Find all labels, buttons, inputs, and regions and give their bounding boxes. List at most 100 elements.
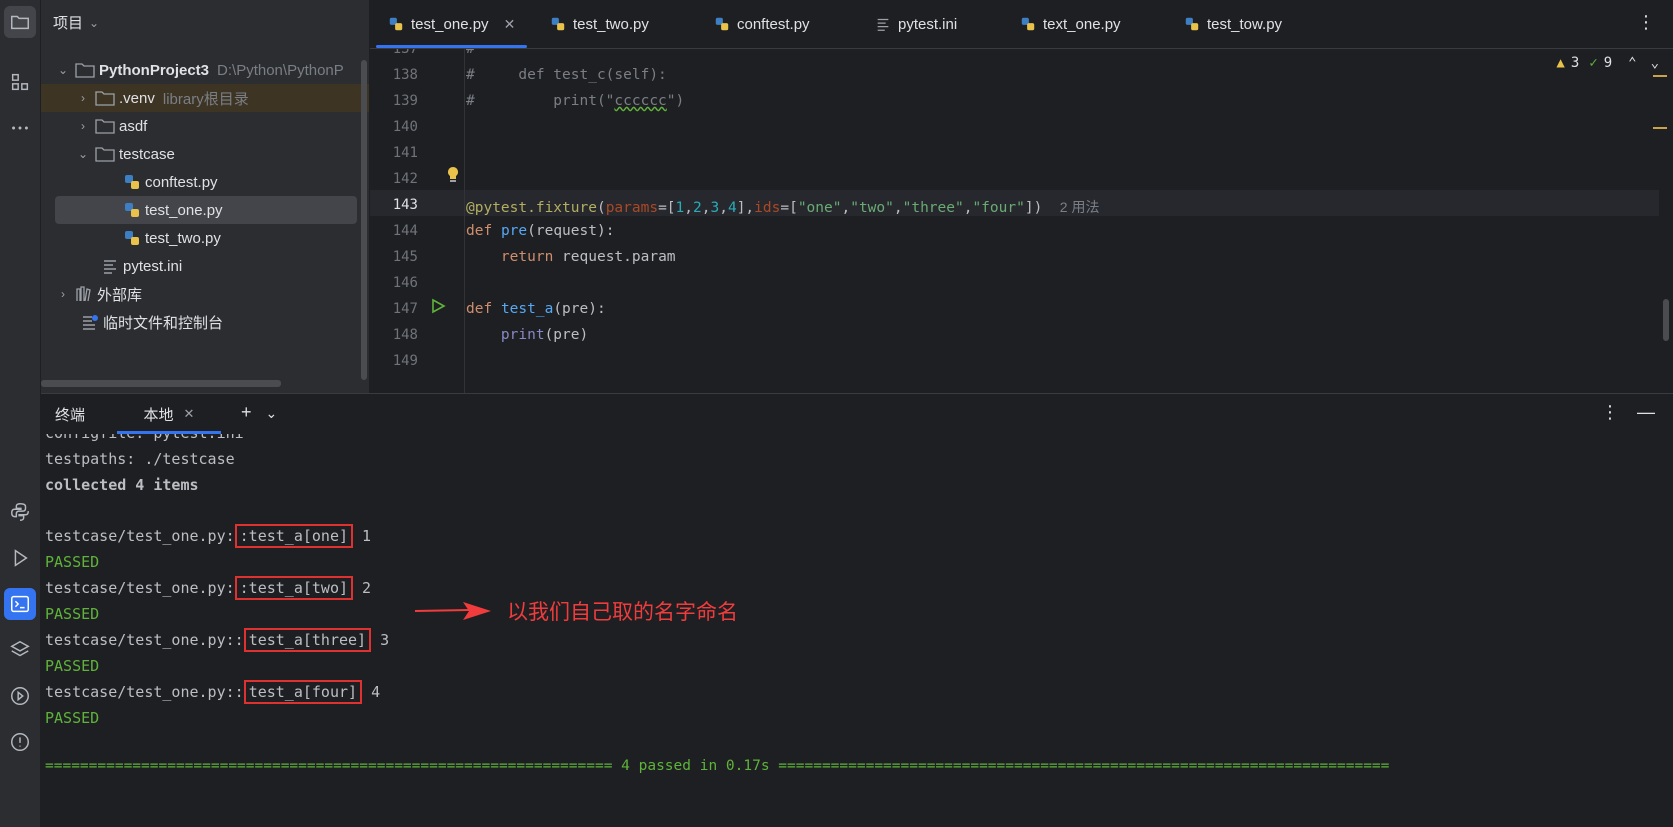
python-file-icon xyxy=(125,231,139,245)
tab-label: text_one.py xyxy=(1043,15,1121,33)
tab-test-tow[interactable]: test_tow.py xyxy=(1184,0,1282,48)
code-line: def test_a(pre): xyxy=(466,301,606,317)
code-line: # xyxy=(466,49,475,57)
line-number: 139 xyxy=(392,93,418,109)
warning-icon: ▲ xyxy=(1556,55,1565,71)
tab-pytest-ini[interactable]: pytest.ini xyxy=(875,0,957,48)
more-vertical-icon[interactable]: ⋮ xyxy=(1601,402,1619,423)
line-number: 145 xyxy=(392,249,418,265)
tab-label: test_one.py xyxy=(411,15,489,33)
tree-item-conftest[interactable]: conftest.py xyxy=(41,168,369,196)
highlight-box: :test_a[one] xyxy=(234,524,354,548)
warnings-count: 3 xyxy=(1570,55,1580,71)
tab-label: conftest.py xyxy=(737,15,810,33)
highlight-box: test_a[four] xyxy=(243,680,363,704)
code-editor[interactable]: 137 138 139 140 141 142 143 144 145 146 … xyxy=(370,49,1673,393)
line-number: 138 xyxy=(392,67,418,83)
gutter-separator xyxy=(464,49,465,393)
chevron-down-icon[interactable]: ⌄ xyxy=(1651,55,1659,71)
terminal-title: 终端 xyxy=(55,407,86,424)
python-file-icon xyxy=(125,175,139,189)
folder-icon xyxy=(95,91,115,106)
project-scrollbar-horizontal[interactable] xyxy=(41,380,281,387)
python-file-icon xyxy=(1021,17,1035,31)
terminal-header: 终端 本地 ✕ + ⌄ ⋮ — xyxy=(41,393,1673,435)
venv-hint: library根目录 xyxy=(162,90,249,108)
tab-test-two[interactable]: test_two.py xyxy=(550,0,649,48)
tree-item-testcase[interactable]: ⌄ testcase xyxy=(41,140,369,168)
weak-warnings-count: 9 xyxy=(1603,55,1613,71)
folder-icon[interactable] xyxy=(4,6,36,38)
inspection-widget[interactable]: ▲ 3 ✓ 9 ⌃ ⌄ xyxy=(1556,55,1659,71)
tab-label: test_tow.py xyxy=(1207,15,1283,33)
summary-line: ========================================… xyxy=(45,758,1390,774)
project-scrollbar-vertical[interactable] xyxy=(361,60,367,380)
tree-item-scratches[interactable]: 临时文件和控制台 xyxy=(41,308,369,336)
test-output: 3 xyxy=(371,631,390,649)
python-file-icon xyxy=(1185,17,1199,31)
line-number: 144 xyxy=(392,223,418,239)
tree-item-pytest-ini[interactable]: pytest.ini xyxy=(41,252,369,280)
asdf-label: asdf xyxy=(119,117,148,135)
test-two-label: test_two.py xyxy=(145,229,221,247)
project-header[interactable]: 项目 ⌄ xyxy=(53,12,99,33)
structure-icon[interactable] xyxy=(4,66,36,98)
folder-icon xyxy=(95,119,115,134)
project-panel: 项目 ⌄ ⌄ PythonProject3 D:\Python\PythonP … xyxy=(41,0,370,393)
passed-status: PASSED xyxy=(45,605,100,623)
run-icon[interactable] xyxy=(4,542,36,574)
folder-icon xyxy=(95,147,115,162)
passed-status: PASSED xyxy=(45,657,100,675)
line-number: 148 xyxy=(392,327,418,343)
python-console-icon[interactable] xyxy=(4,496,36,528)
terminal-output[interactable]: configfile: pytest.ini testpaths: ./test… xyxy=(41,434,1673,827)
code-line: def pre(request): xyxy=(466,223,615,239)
more-vertical-icon[interactable]: ⋮ xyxy=(1637,12,1655,33)
editor-scrollbar[interactable] xyxy=(1663,299,1669,341)
line-number: 143 xyxy=(392,197,418,213)
chevron-right-icon: › xyxy=(81,91,85,105)
terminal-icon[interactable] xyxy=(4,588,36,620)
more-icon[interactable] xyxy=(4,112,36,144)
problems-icon[interactable] xyxy=(4,726,36,758)
annotation: 以我们自己取的名字命名 xyxy=(413,596,738,626)
weak-warning-icon: ✓ xyxy=(1589,55,1598,71)
error-stripe-marker[interactable] xyxy=(1653,127,1667,129)
chevron-right-icon: › xyxy=(81,119,85,133)
tab-local-terminal[interactable]: 本地 ✕ xyxy=(117,394,221,434)
add-icon[interactable]: + xyxy=(241,402,252,423)
passed-status: PASSED xyxy=(45,553,100,571)
python-file-icon xyxy=(715,17,729,31)
tree-item-asdf[interactable]: › asdf xyxy=(41,112,369,140)
tree-item-venv[interactable]: › .venv library根目录 xyxy=(41,84,369,112)
layers-icon[interactable] xyxy=(4,634,36,666)
lightbulb-icon[interactable] xyxy=(446,166,460,184)
services-icon[interactable] xyxy=(4,680,36,712)
tab-conftest[interactable]: conftest.py xyxy=(714,0,810,48)
code-line: # print("cccccc") xyxy=(466,93,685,109)
chevron-down-icon: ⌄ xyxy=(57,63,69,77)
tree-item-test-one[interactable]: test_one.py xyxy=(55,196,357,224)
text-file-icon xyxy=(104,260,116,274)
external-libs-label: 外部库 xyxy=(97,286,143,304)
folder-icon xyxy=(75,63,95,78)
tab-test-one[interactable]: test_one.py ✕ xyxy=(375,0,528,48)
chevron-down-icon[interactable]: ⌄ xyxy=(266,405,278,423)
python-file-icon xyxy=(125,203,139,217)
tab-label: pytest.ini xyxy=(898,15,958,33)
usages-hint[interactable]: 2 用法 xyxy=(1060,199,1100,215)
tree-item-external-libs[interactable]: › 外部库 xyxy=(41,280,369,308)
minimize-icon[interactable]: — xyxy=(1637,402,1655,423)
test-path: testcase/test_one.py:: xyxy=(45,683,244,701)
tree-item-test-two[interactable]: test_two.py xyxy=(41,224,369,252)
code-line: print(pre) xyxy=(500,327,589,343)
run-gutter-icon[interactable] xyxy=(430,298,446,314)
close-icon[interactable]: ✕ xyxy=(184,406,195,422)
error-stripe-marker[interactable] xyxy=(1653,75,1667,77)
close-icon[interactable]: ✕ xyxy=(504,16,516,33)
chevron-up-icon[interactable]: ⌃ xyxy=(1628,55,1636,71)
tab-text-one[interactable]: text_one.py xyxy=(1020,0,1121,48)
test-path: testcase/test_one.py: xyxy=(45,579,235,597)
line-number: 146 xyxy=(392,275,418,291)
tree-root[interactable]: ⌄ PythonProject3 D:\Python\PythonP xyxy=(41,56,369,84)
